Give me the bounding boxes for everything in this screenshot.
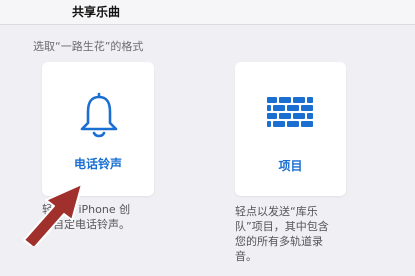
project-description: 轻点以发送“库乐 队”项目，其中包含 您的所有多轨道录 音。: [235, 204, 346, 264]
section-label: 选取“一路生花”的格式: [33, 40, 144, 53]
project-description-line: 您的所有多轨道录: [235, 235, 323, 248]
top-bar: 共享乐曲: [0, 0, 415, 25]
project-label: 项目: [278, 159, 303, 173]
pointer-arrow-icon: [23, 183, 83, 246]
wall-icon: [267, 97, 313, 127]
project-option-card[interactable]: 项目: [235, 62, 346, 196]
bell-icon: [80, 92, 118, 138]
project-description-line: 音。: [235, 250, 257, 263]
project-description-line: 队”项目，其中包含: [235, 220, 329, 233]
page-title: 共享乐曲: [72, 5, 121, 19]
project-description-line: 轻点以发送“库乐: [235, 205, 318, 218]
